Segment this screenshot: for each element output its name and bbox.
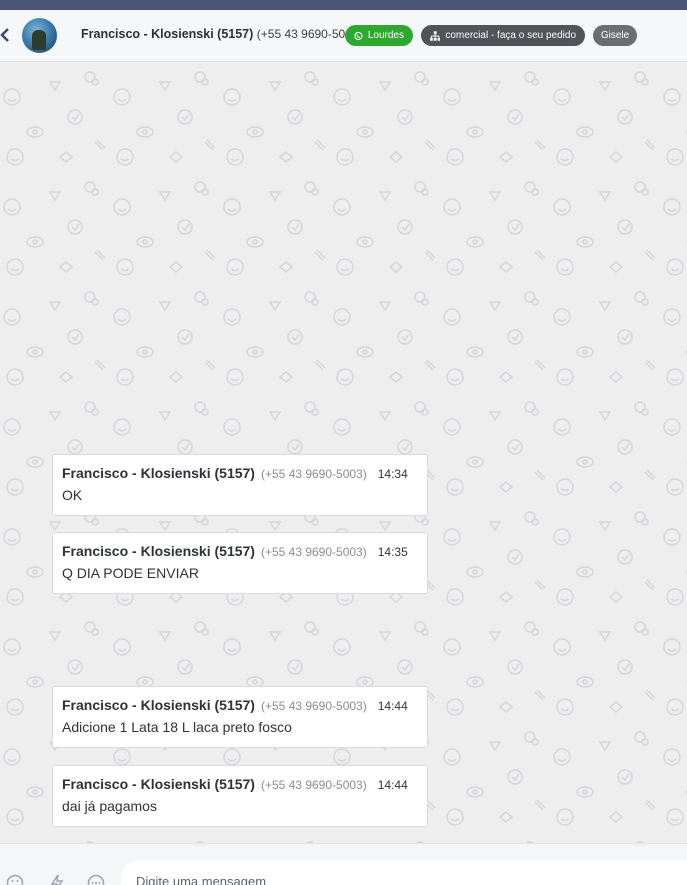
message-bubble[interactable]: Francisco - Klosienski (5157) (+55 43 96… [52,454,428,516]
message-sender: Francisco - Klosienski (5157) [62,776,255,792]
message-time: 14:34 [377,467,408,481]
ellipsis-circle-icon[interactable] [87,874,105,885]
queue-tag-label: comercial - faça o seu pedido [445,30,576,41]
message-time: 14:44 [377,778,408,792]
message-sender: Francisco - Klosienski (5157) [62,697,255,713]
whatsapp-connection-tag[interactable]: Lourdes [345,25,413,46]
message-bubble[interactable]: Francisco - Klosienski (5157) (+55 43 96… [52,532,428,594]
message-sender: Francisco - Klosienski (5157) [62,465,255,481]
whatsapp-icon [354,31,363,40]
avatar[interactable] [22,18,57,53]
chat-header: Francisco - Klosienski (5157) (+55 43 96… [0,10,687,62]
contact-info: Francisco - Klosienski (5157) (+55 43 96… [81,27,363,41]
lightning-icon[interactable] [48,874,66,885]
queue-tag[interactable]: comercial - faça o seu pedido [421,25,585,46]
message-sender-phone: (+55 43 9690-5003) [260,545,367,559]
message-time: 14:44 [377,699,408,713]
message-sender-phone: (+55 43 9690-5003) [260,467,367,481]
user-tag-label: Gisele [600,30,630,41]
message-text: dai já pagamos [62,798,157,814]
message-sender-phone: (+55 43 9690-5003) [260,699,367,713]
message-time: 14:35 [377,545,408,559]
user-tag[interactable]: Gisele [593,25,637,46]
message-input[interactable]: Digite uma mensagem [121,860,687,885]
message-text: Adicione 1 Lata 18 L laca preto fosco [62,719,292,735]
message-sender: Francisco - Klosienski (5157) [62,543,255,559]
whatsapp-tag-label: Lourdes [367,30,404,41]
message-sender-phone: (+55 43 9690-5003) [260,778,367,792]
emoji-icon[interactable] [6,874,24,885]
contact-name: Francisco - Klosienski (5157) [81,27,254,41]
app-top-bar [0,0,687,10]
message-text: OK [62,487,83,503]
message-bubble[interactable]: Francisco - Klosienski (5157) (+55 43 96… [52,765,428,827]
sitemap-icon [430,30,441,41]
message-text: Q DIA PODE ENVIAR [62,565,199,581]
message-bubble[interactable]: Francisco - Klosienski (5157) (+55 43 96… [52,686,428,748]
chevron-left-icon[interactable] [0,27,12,45]
message-list[interactable]: Francisco - Klosienski (5157) (+55 43 96… [0,62,687,843]
message-input-placeholder: Digite uma mensagem [136,874,267,885]
composer-bar: Digite uma mensagem [0,843,687,885]
